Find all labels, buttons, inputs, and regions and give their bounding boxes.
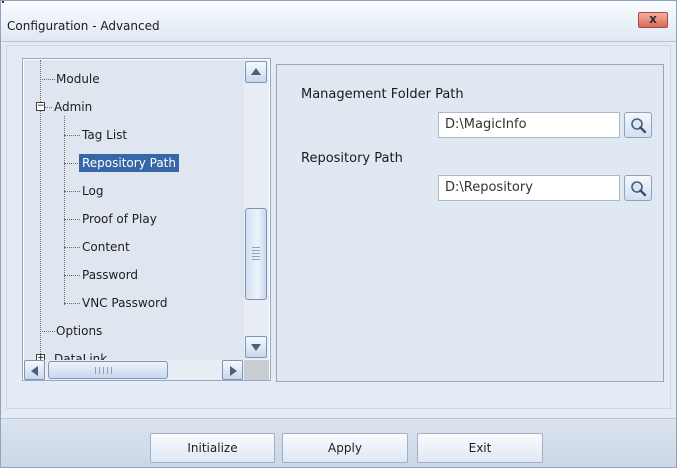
window-title: Configuration - Advanced <box>7 19 160 33</box>
grip-icon <box>103 367 104 374</box>
magnifier-icon <box>631 181 647 197</box>
grip-icon <box>252 259 260 260</box>
tree-line <box>64 163 80 164</box>
arrow-down-icon <box>251 344 261 351</box>
grip-icon <box>111 367 112 374</box>
apply-button[interactable]: Apply <box>282 433 408 463</box>
tree-line <box>64 191 80 192</box>
corner-mark <box>2 1 4 3</box>
tree-item-admin[interactable]: Admin <box>54 98 92 116</box>
grip-icon <box>99 367 100 374</box>
configuration-window: Configuration - Advanced x Module − Admi… <box>0 0 677 468</box>
tree-item-log[interactable]: Log <box>82 182 103 200</box>
tree-line <box>40 79 55 80</box>
repository-path-label: Repository Path <box>301 151 403 166</box>
scroll-up-button[interactable] <box>245 61 267 83</box>
grip-icon <box>252 253 260 254</box>
scroll-left-button[interactable] <box>24 360 45 380</box>
repository-path-field[interactable]: D:\Repository <box>438 175 620 201</box>
tree-line <box>64 135 80 136</box>
grip-icon <box>252 247 260 248</box>
management-browse-button[interactable] <box>624 112 652 138</box>
arrow-left-icon <box>31 366 38 376</box>
grip-icon <box>252 256 260 257</box>
tree-item-tag-list[interactable]: Tag List <box>82 126 127 144</box>
arrow-up-icon <box>251 68 261 75</box>
tree-horizontal-scrollbar[interactable] <box>24 360 244 380</box>
tree-line <box>64 116 65 305</box>
magnifier-icon <box>631 118 647 134</box>
management-folder-label: Management Folder Path <box>301 87 464 102</box>
grip-icon <box>107 367 108 374</box>
tree-item-password[interactable]: Password <box>82 266 138 284</box>
tree-item-options[interactable]: Options <box>56 322 102 340</box>
arrow-right-icon <box>230 366 237 376</box>
tree-line <box>64 247 80 248</box>
settings-detail-panel: Management Folder Path D:\MagicInfo Repo… <box>276 64 664 382</box>
grip-icon <box>95 367 96 374</box>
tree-item-proof-of-play[interactable]: Proof of Play <box>82 210 157 228</box>
scrollbar-corner <box>244 360 269 380</box>
close-icon: x <box>649 12 657 26</box>
exit-button[interactable]: Exit <box>417 433 543 463</box>
title-bar: Configuration - Advanced x <box>1 1 676 42</box>
horizontal-scroll-thumb[interactable] <box>48 361 168 379</box>
tree-line <box>64 219 80 220</box>
settings-tree: Module − Admin Tag List Repository Path … <box>24 60 244 360</box>
scroll-right-button[interactable] <box>222 360 243 380</box>
management-folder-field[interactable]: D:\MagicInfo <box>438 112 620 138</box>
tree-item-repository-path[interactable]: Repository Path <box>79 154 179 172</box>
tree-line <box>44 107 52 108</box>
vertical-scroll-thumb[interactable] <box>245 208 267 300</box>
grip-icon <box>252 250 260 251</box>
tree-item-datalink[interactable]: DataLink <box>54 350 107 360</box>
scroll-down-button[interactable] <box>245 336 267 358</box>
settings-tree-panel: Module − Admin Tag List Repository Path … <box>22 58 271 381</box>
minus-expander-icon[interactable]: − <box>36 102 45 111</box>
initialize-button[interactable]: Initialize <box>150 433 275 463</box>
tree-item-content[interactable]: Content <box>82 238 130 256</box>
tree-line <box>40 331 55 332</box>
tree-line <box>64 275 80 276</box>
tree-line <box>64 303 80 304</box>
repository-browse-button[interactable] <box>624 175 652 201</box>
close-button[interactable]: x <box>638 12 668 28</box>
tree-item-vnc-password[interactable]: VNC Password <box>82 294 167 312</box>
tree-vertical-scrollbar[interactable] <box>244 60 269 360</box>
tree-item-module[interactable]: Module <box>56 70 100 88</box>
